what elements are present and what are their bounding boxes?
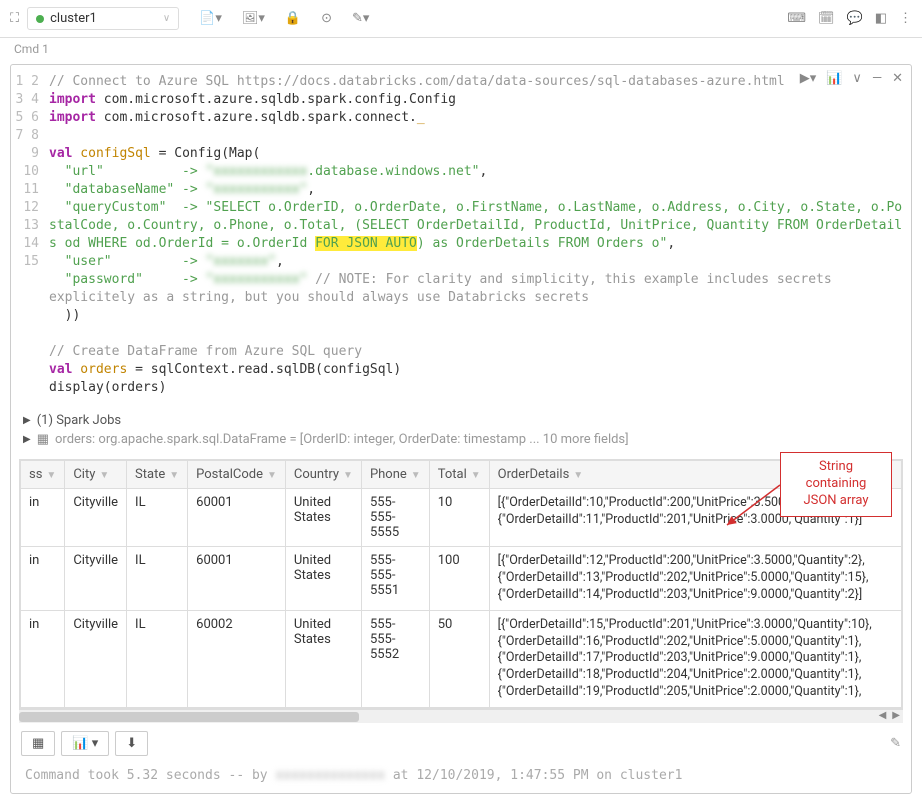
lock-icon[interactable]: 🔒: [285, 11, 301, 26]
clear-icon[interactable]: ✎▾: [352, 11, 369, 26]
expand-icon: ▶: [23, 415, 31, 426]
horizontal-scrollbar[interactable]: ◀▶: [19, 709, 903, 723]
col-header[interactable]: State▼: [127, 461, 188, 489]
annotation-callout: String containing JSON array: [780, 452, 892, 517]
table-cell: [{"OrderDetailId":12,"ProductId":200,"Un…: [489, 547, 901, 611]
table-cell: 60001: [188, 547, 286, 611]
table-row[interactable]: inCityvilleIL60002United States555-555-5…: [21, 610, 902, 707]
table-cell: 555-555-5551: [361, 547, 429, 611]
col-header[interactable]: City▼: [65, 461, 127, 489]
table-cell: 10: [429, 489, 489, 547]
table-cell: Cityville: [65, 547, 127, 611]
table-cell: 100: [429, 547, 489, 611]
table-cell: 50: [429, 610, 489, 707]
comments-icon[interactable]: 💬: [847, 11, 863, 26]
table-cell: in: [21, 610, 65, 707]
run-cell-icon[interactable]: ▶▾: [800, 71, 817, 86]
image-icon[interactable]: 🖼▾: [242, 11, 265, 26]
attached-status-icon: [36, 15, 44, 23]
col-header[interactable]: PostalCode▼: [188, 461, 286, 489]
col-header[interactable]: ss▼: [21, 461, 65, 489]
table-cell: 60002: [188, 610, 286, 707]
code-content[interactable]: // Connect to Azure SQL https://docs.dat…: [49, 73, 903, 397]
revision-icon[interactable]: ◧: [875, 11, 887, 26]
table-cell: IL: [127, 489, 188, 547]
chevron-down-icon: ∨: [163, 13, 170, 24]
chart-view-button[interactable]: 📊 ▾: [61, 731, 109, 756]
table-row[interactable]: inCityvilleIL60001United States555-555-5…: [21, 547, 902, 611]
menu-icon[interactable]: ⋮: [899, 11, 912, 26]
col-header[interactable]: Country▼: [285, 461, 361, 489]
minimize-icon[interactable]: —: [872, 71, 882, 86]
file-icon[interactable]: 📄▾: [199, 11, 222, 26]
edit-icon[interactable]: ✎: [890, 736, 901, 751]
collapse-icon[interactable]: ∨: [852, 71, 862, 86]
table-cell: 555-555-5555: [361, 489, 429, 547]
col-header[interactable]: Total▼: [429, 461, 489, 489]
table-cell: United States: [285, 489, 361, 547]
table-cell: in: [21, 547, 65, 611]
cluster-name: cluster1: [50, 11, 97, 26]
table-cell: Cityville: [65, 489, 127, 547]
cluster-dropdown[interactable]: cluster1 ∨: [27, 7, 179, 30]
chart-icon[interactable]: 📊: [826, 71, 842, 86]
download-button[interactable]: ⬇: [115, 731, 148, 756]
table-cell: United States: [285, 610, 361, 707]
table-cell: 60001: [188, 489, 286, 547]
schedule-icon[interactable]: 🗓: [818, 11, 835, 26]
scrollbar-thumb[interactable]: [19, 712, 359, 722]
command-label: Cmd 1: [0, 38, 922, 60]
table-cell: IL: [127, 547, 188, 611]
table-view-button[interactable]: ▦: [21, 731, 55, 756]
spark-jobs-toggle[interactable]: ▶ (1) Spark Jobs: [23, 411, 899, 430]
code-editor[interactable]: 1 2 3 4 5 6 7 8 9 10 11 12 13 14 15 // C…: [11, 65, 911, 405]
schema-toggle[interactable]: ▶ ▦ orders: org.apache.spark.sql.DataFra…: [23, 430, 899, 449]
col-header[interactable]: Phone▼: [361, 461, 429, 489]
command-status: Command took 5.32 seconds -- by xxxxxxxx…: [11, 764, 911, 793]
table-cell: in: [21, 489, 65, 547]
table-cell: United States: [285, 547, 361, 611]
table-cell: 555-555-5552: [361, 610, 429, 707]
notebook-cell: ▶▾ 📊 ∨ — ✕ 1 2 3 4 5 6 7 8 9 10 11 12 13…: [10, 64, 912, 794]
expand-icon: ▶: [23, 434, 31, 445]
table-cell: IL: [127, 610, 188, 707]
line-gutter: 1 2 3 4 5 6 7 8 9 10 11 12 13 14 15: [11, 73, 49, 397]
table-cell: [{"OrderDetailId":15,"ProductId":201,"Un…: [489, 610, 901, 707]
close-cell-icon[interactable]: ✕: [892, 71, 903, 86]
keyboard-icon[interactable]: ⌨: [787, 11, 806, 26]
workspace-icon[interactable]: ⛶: [10, 11, 19, 26]
run-icon[interactable]: ⊙: [321, 11, 332, 26]
table-cell: Cityville: [65, 610, 127, 707]
table-icon: ▦: [37, 432, 49, 447]
